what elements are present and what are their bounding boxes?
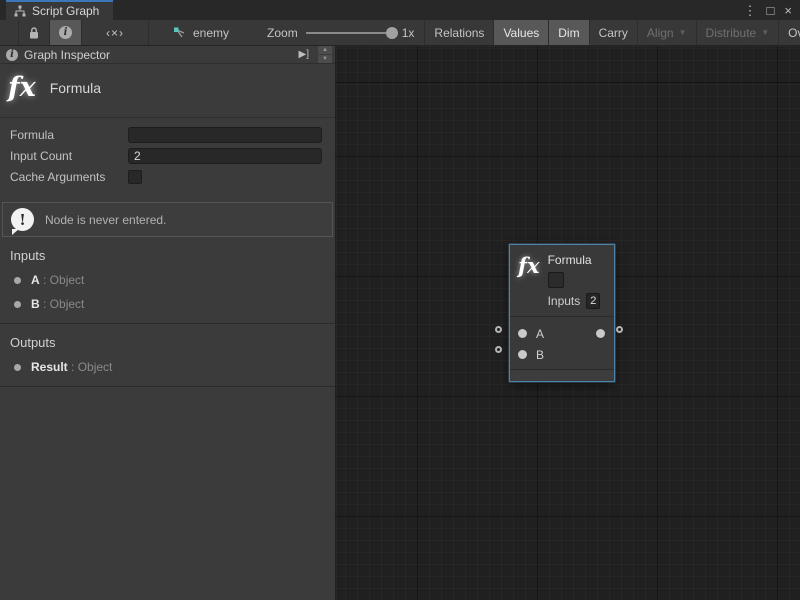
stepper-up-icon[interactable]: ▲ [318, 46, 332, 54]
formula-node[interactable]: fx Formula Inputs 2 A [509, 244, 615, 382]
node-port-row-b: B [510, 344, 614, 365]
zoom-slider[interactable] [306, 32, 394, 34]
warning-text: Node is never entered. [45, 213, 166, 227]
lock-icon [28, 26, 40, 40]
node-settings: Formula Input Count Cache Arguments [0, 118, 335, 191]
values-button[interactable]: Values [494, 20, 549, 45]
warning-icon: ! [11, 208, 34, 231]
inspector-header: i Graph Inspector ▶] ▲ ▼ [0, 46, 335, 64]
input-port-row-b: B : Object [0, 292, 335, 316]
free-port-result[interactable] [616, 326, 623, 333]
warning-message: ! Node is never entered. [2, 202, 333, 237]
input-port-b[interactable] [518, 350, 527, 359]
formula-node-header: fx Formula Inputs 2 [510, 245, 614, 316]
output-port-result[interactable] [596, 329, 605, 338]
inspector-title: Graph Inspector [24, 48, 290, 62]
info-icon: i [59, 26, 72, 39]
zoom-value: 1x [402, 26, 415, 40]
code-view-button[interactable]: ‹×› [82, 20, 149, 45]
section-divider [0, 386, 335, 387]
graph-inspector-panel: i Graph Inspector ▶] ▲ ▼ fx Formula Form… [0, 46, 335, 600]
info-icon: i [6, 49, 18, 61]
zoom-label: Zoom [267, 26, 298, 40]
menu-icon[interactable]: ⋮ [744, 4, 757, 17]
node-inputs-label: Inputs [548, 294, 581, 308]
formula-fx-icon: fx [8, 72, 36, 103]
carry-button[interactable]: Carry [590, 20, 638, 45]
node-port-row-a: A [510, 323, 614, 344]
toolbar-buttons: Relations Values Dim Carry Align ▼ Distr… [424, 20, 800, 45]
formula-input[interactable] [128, 127, 322, 143]
stepper-down-icon[interactable]: ▼ [318, 55, 332, 63]
cache-arguments-checkbox[interactable] [128, 170, 142, 184]
graph-asset-icon [173, 27, 187, 39]
node-inputs-count[interactable]: 2 [586, 293, 600, 309]
input-port-a[interactable] [518, 329, 527, 338]
close-icon[interactable]: × [784, 4, 792, 17]
free-port-a[interactable] [495, 326, 502, 333]
node-title: Formula [548, 253, 601, 267]
formula-node-ports: A B [510, 316, 614, 369]
tab-script-graph[interactable]: Script Graph [6, 0, 113, 20]
graph-toolbar: i ‹×› enemy Zoom 1x Relations Values Dim [0, 20, 800, 46]
formula-fx-icon: fx [518, 253, 540, 307]
output-port-row-result: Result : Object [0, 355, 335, 379]
tab-label: Script Graph [32, 4, 99, 18]
input-count-input[interactable] [128, 148, 322, 164]
overview-button[interactable]: Overview [779, 20, 800, 45]
node-title-block: fx Formula [0, 64, 335, 118]
inspected-node-title: Formula [50, 80, 101, 96]
panel-stepper: ▲ ▼ [318, 46, 332, 63]
script-graph-icon [14, 5, 26, 17]
port-dot-icon [14, 277, 21, 284]
dim-button[interactable]: Dim [549, 20, 589, 45]
window-controls: ⋮ □ × [744, 0, 800, 20]
dock-panel-icon[interactable]: ▶] [296, 49, 312, 60]
relations-button[interactable]: Relations [424, 20, 494, 45]
zoom-control: Zoom 1x [267, 20, 424, 45]
input-count-field-row: Input Count [10, 147, 322, 165]
graph-canvas[interactable]: fx Formula Inputs 2 A [335, 46, 800, 600]
maximize-icon[interactable]: □ [767, 4, 775, 17]
outputs-section-header: Outputs [0, 324, 335, 355]
inputs-section-header: Inputs [0, 237, 335, 268]
align-dropdown[interactable]: Align ▼ [638, 20, 697, 45]
cache-arguments-label: Cache Arguments [10, 170, 128, 184]
breadcrumb[interactable]: enemy [163, 20, 239, 45]
input-count-label: Input Count [10, 149, 128, 163]
window-tab-bar: Script Graph ⋮ □ × [0, 0, 800, 20]
free-port-b[interactable] [495, 346, 502, 353]
inspector-toggle-button[interactable]: i [50, 20, 82, 45]
code-icon: ‹×› [106, 26, 124, 40]
input-port-row-a: A : Object [0, 268, 335, 292]
formula-field-row: Formula [10, 126, 322, 144]
cache-arguments-field-row: Cache Arguments [10, 168, 322, 186]
chevron-down-icon: ▼ [761, 28, 769, 37]
breadcrumb-graph-name: enemy [193, 26, 229, 40]
lock-button[interactable] [18, 20, 50, 45]
chevron-down-icon: ▼ [679, 28, 687, 37]
distribute-dropdown[interactable]: Distribute ▼ [697, 20, 780, 45]
node-formula-input[interactable] [548, 272, 564, 288]
port-dot-icon [14, 301, 21, 308]
zoom-slider-handle[interactable] [386, 27, 398, 39]
port-dot-icon [14, 364, 21, 371]
formula-node-footer [510, 369, 614, 381]
formula-field-label: Formula [10, 128, 128, 142]
